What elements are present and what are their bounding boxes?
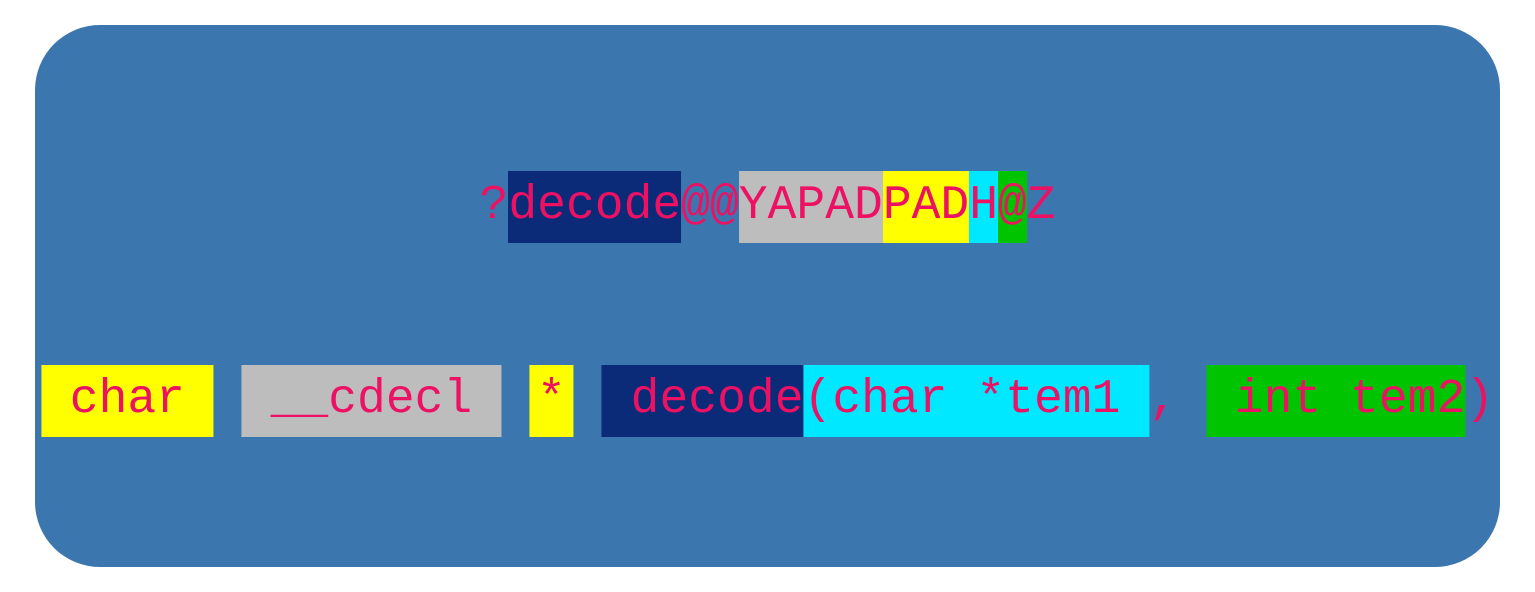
param1: char *tem1 [832, 373, 1120, 427]
mangled-func-name: decode [508, 171, 681, 243]
calling-convention: __cdecl [242, 365, 501, 437]
demangled-signature-row: char __cdecl * decode(char *tem1 , int t… [41, 365, 1494, 437]
mangled-sep: @@ [681, 171, 739, 243]
mangled-call-return: YAPAD [739, 171, 883, 243]
return-type: char [41, 365, 214, 437]
mangled-param1: PAD [883, 171, 969, 243]
mangled-param2: H [969, 171, 998, 243]
param1-group: (char *tem1 [804, 365, 1150, 437]
diagram-panel: ?decode@@YAPADPADH @Z char __cdecl * dec… [35, 25, 1500, 567]
mangled-name-row: ?decode@@YAPADPADH @Z [480, 171, 1056, 243]
lparen: ( [804, 373, 833, 427]
mangled-term: @Z [998, 171, 1056, 243]
param2: int tem2 [1235, 373, 1465, 427]
mangled-prefix: ? [480, 171, 509, 243]
pointer-star: * [529, 365, 574, 437]
rparen: ) [1465, 365, 1494, 437]
comma: , [1149, 365, 1178, 437]
func-name: decode [602, 365, 804, 437]
param2-group: int tem2 [1206, 365, 1465, 437]
